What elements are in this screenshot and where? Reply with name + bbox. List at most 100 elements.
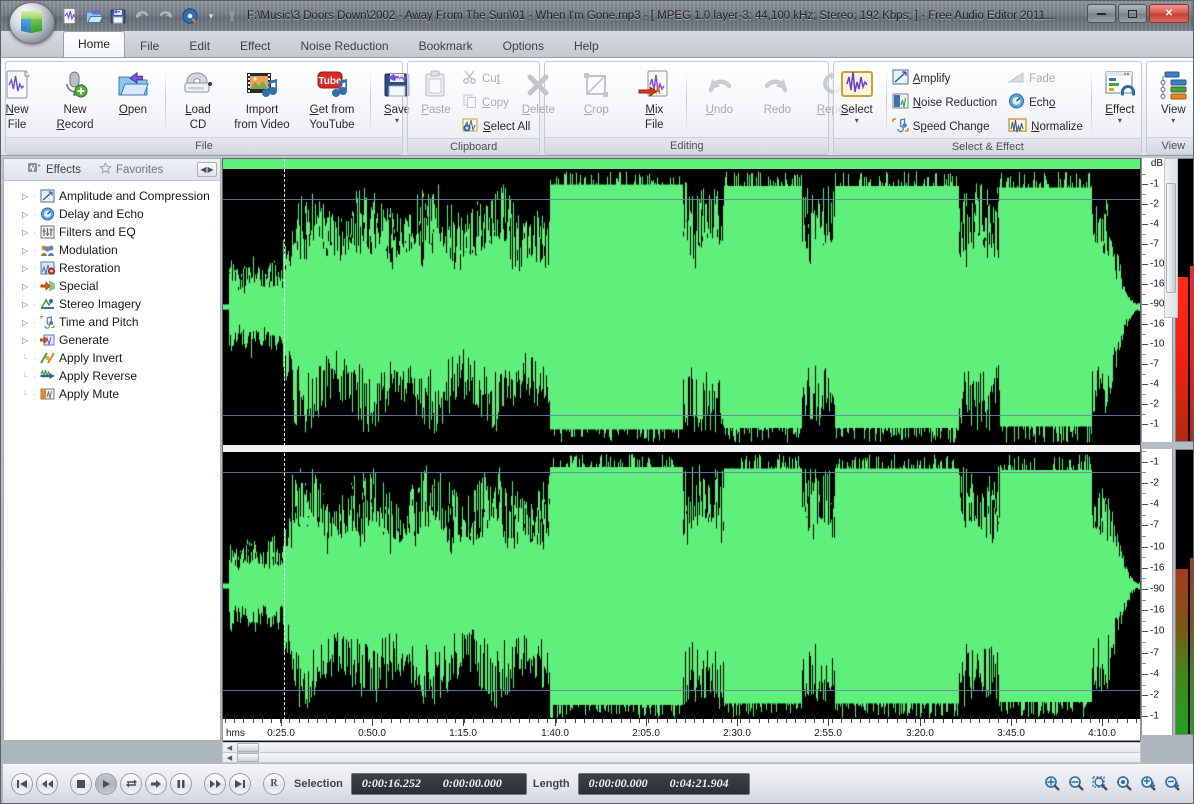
undo-button[interactable]: Undo — [690, 65, 748, 117]
crop-button[interactable]: Crop — [567, 65, 625, 117]
view-button[interactable]: View ▾ — [1149, 65, 1193, 125]
tree-item-apply-mute[interactable]: └ · Apply Mute — [4, 385, 220, 403]
amplify-button[interactable]: Amplify — [890, 68, 1002, 90]
view-dropdown-caret-icon[interactable]: ▾ — [1171, 117, 1175, 125]
new-record-button[interactable]: New Record — [46, 65, 104, 132]
expand-arrow-icon[interactable]: ▷ — [22, 264, 33, 273]
tree-item-filters-and-eq[interactable]: ▷ · Filters and EQ — [4, 223, 220, 241]
speed-change-button[interactable]: Speed Change — [890, 116, 1002, 138]
scrollbar-thumb[interactable] — [237, 743, 259, 752]
go-to-end-button[interactable] — [229, 772, 251, 795]
tab-file[interactable]: File — [125, 33, 174, 57]
select-dropdown-caret-icon[interactable]: ▾ — [855, 117, 859, 125]
qat-save-disk-icon[interactable] — [107, 5, 129, 27]
minimize-button[interactable] — [1087, 4, 1116, 23]
qat-undo-icon[interactable] — [131, 5, 153, 27]
chevron-right-icon[interactable]: ▶ — [208, 165, 214, 174]
expand-arrow-icon[interactable]: ▷ — [22, 210, 33, 219]
qat-open-folder-icon[interactable] — [83, 5, 105, 27]
tab-help[interactable]: Help — [559, 33, 614, 57]
tree-item-apply-invert[interactable]: └ · Apply Invert — [4, 349, 220, 367]
horizontal-scrollbar-bottom[interactable]: ◀ — [222, 752, 1141, 763]
app-logo-orb[interactable] — [9, 2, 55, 44]
expand-arrow-icon[interactable]: ▷ — [22, 246, 33, 255]
select-button[interactable]: Select ▾ — [831, 65, 883, 125]
load-cd-button[interactable]: Load CD — [169, 65, 227, 132]
tree-item-modulation[interactable]: ▷ · Modulation — [4, 241, 220, 259]
open-button[interactable]: Open — [104, 65, 162, 132]
stop-button[interactable] — [70, 772, 92, 795]
scroll-left-arrow-icon[interactable]: ◀ — [223, 743, 236, 752]
loop-button[interactable] — [120, 772, 142, 795]
paste-button[interactable]: Paste — [412, 65, 460, 117]
waveform-channel-right[interactable] — [223, 452, 1140, 720]
tree-item-apply-reverse[interactable]: └ · Apply Reverse — [4, 367, 220, 385]
selection-display[interactable]: 0:00:16.252 0:00:00.000 — [350, 772, 527, 795]
tab-home[interactable]: Home — [63, 31, 126, 57]
zoom-out-button[interactable] — [1066, 774, 1085, 793]
fade-button[interactable]: Fade — [1006, 68, 1088, 90]
waveform-display[interactable] — [222, 158, 1141, 742]
qat-chevron-down-icon[interactable]: ▾ — [203, 6, 219, 26]
dock-tab-favorites[interactable]: Favorites — [91, 161, 171, 178]
tab-effect[interactable]: Effect — [225, 33, 285, 57]
redo-button[interactable]: Redo — [748, 65, 806, 117]
expand-arrow-icon[interactable]: ▷ — [22, 300, 33, 309]
save-dropdown-caret-icon[interactable]: ▾ — [395, 117, 399, 125]
zoom-selection-button[interactable] — [1090, 774, 1109, 793]
zoom-in-button[interactable] — [1042, 774, 1061, 793]
record-button[interactable]: R — [263, 772, 285, 795]
scrollbar-thumb[interactable] — [237, 753, 259, 762]
playback-cursor[interactable] — [284, 159, 285, 740]
tab-edit[interactable]: Edit — [174, 33, 225, 57]
expand-arrow-icon[interactable]: ▷ — [22, 318, 33, 327]
tree-item-special[interactable]: ▷ · Special — [4, 277, 220, 295]
echo-button[interactable]: Echo — [1006, 92, 1088, 114]
tree-item-time-and-pitch[interactable]: ▷ · Time and Pitch — [4, 313, 220, 331]
normalize-button[interactable]: Normalize — [1006, 116, 1088, 138]
expand-arrow-icon[interactable]: ▷ — [22, 192, 33, 201]
tab-options[interactable]: Options — [488, 33, 559, 57]
get-from-youtube-button[interactable]: Tube Get from YouTube — [297, 65, 367, 132]
tree-item-restoration[interactable]: ▷ · Restoration — [4, 259, 220, 277]
mix-file-button[interactable]: Mix File — [625, 65, 683, 132]
length-display[interactable]: 0:00:00.000 0:04:21.904 — [577, 772, 750, 795]
tree-item-stereo-imagery[interactable]: ▷ · Stereo Imagery — [4, 295, 220, 313]
waveform-channel-left[interactable] — [223, 169, 1140, 445]
new-file-button[interactable]: New File — [1, 65, 46, 132]
rewind-button[interactable] — [36, 772, 58, 795]
effect-dropdown-caret-icon[interactable]: ▾ — [1118, 117, 1122, 125]
effect-button[interactable]: Effect ▾ — [1095, 65, 1145, 125]
close-button[interactable]: ✕ — [1149, 4, 1189, 23]
go-to-start-button[interactable] — [11, 772, 33, 795]
scroll-left-arrow-icon[interactable]: ◀ — [223, 753, 236, 762]
tree-item-generate[interactable]: ▷ · Generate — [4, 331, 220, 349]
scrollbar-thumb[interactable] — [1166, 183, 1176, 293]
zoom-full-button[interactable] — [1114, 774, 1133, 793]
zoom-vertical-out-button[interactable] — [1162, 774, 1181, 793]
waveform-vertical-scrollbar[interactable] — [1164, 158, 1178, 318]
tab-noise-reduction[interactable]: Noise Reduction — [286, 33, 404, 57]
pause-button[interactable] — [170, 772, 192, 795]
import-from-video-button[interactable]: Import from Video — [227, 65, 297, 132]
tree-item-delay-and-echo[interactable]: ▷ · Delay and Echo — [4, 205, 220, 223]
zoom-vertical-in-button[interactable] — [1138, 774, 1157, 793]
fast-forward-button[interactable] — [204, 772, 226, 795]
dock-nav-buttons[interactable]: ◀ ▶ — [197, 162, 217, 177]
maximize-button[interactable] — [1118, 4, 1147, 23]
play-to-end-button[interactable] — [145, 772, 167, 795]
qat-burn-cd-icon[interactable] — [179, 5, 201, 27]
tab-bookmark[interactable]: Bookmark — [404, 33, 488, 57]
expand-arrow-icon[interactable]: ▷ — [22, 228, 33, 237]
chevron-left-icon[interactable]: ◀ — [200, 165, 206, 174]
qat-new-file-icon[interactable] — [59, 5, 81, 27]
timeline-ruler[interactable]: hms 0:25.0 0:50.0 1:15.0 1:40.0 2:05.0 2:30.0… — [222, 719, 1141, 741]
play-button[interactable] — [95, 772, 117, 795]
expand-arrow-icon[interactable]: ▷ — [22, 336, 33, 345]
tree-item-amplitude-and-compression[interactable]: ▷ · Amplitude and Compression — [4, 187, 220, 205]
delete-button[interactable]: Delete — [509, 65, 567, 117]
qat-redo-icon[interactable] — [155, 5, 177, 27]
dock-tab-effects[interactable]: Effects — [20, 161, 89, 178]
expand-arrow-icon[interactable]: ▷ — [22, 282, 33, 291]
noise-reduction-button[interactable]: Noise Reduction — [890, 92, 1002, 114]
